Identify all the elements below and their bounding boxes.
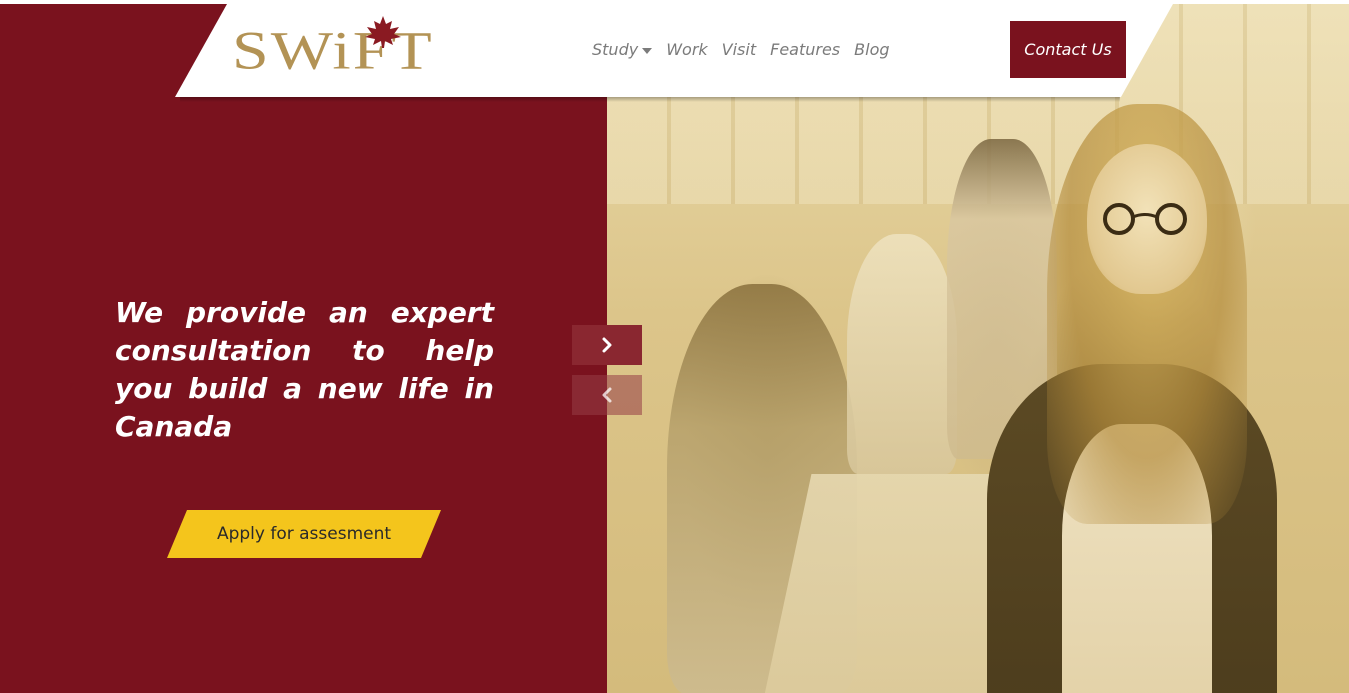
caret-down-icon [642, 47, 653, 54]
carousel-next-button[interactable] [572, 325, 642, 365]
nav-item-label: Study [592, 40, 639, 59]
chevron-right-icon [602, 337, 612, 353]
contact-us-button[interactable]: Contact Us [1010, 21, 1126, 78]
apply-assessment-button[interactable]: Apply for assesment [167, 510, 441, 558]
nav-item-features[interactable]: Features [770, 40, 840, 59]
hero-background-photo [607, 4, 1349, 693]
nav-item-visit[interactable]: Visit [722, 40, 756, 59]
chevron-left-icon [602, 387, 612, 403]
photo-person-seated [847, 234, 957, 474]
page: SWiFT Study Work Visit Features Blog Con… [0, 0, 1349, 693]
carousel-prev-button[interactable] [572, 375, 642, 415]
glasses-icon [1103, 203, 1187, 235]
maple-leaf-icon [365, 16, 401, 48]
brand-logo[interactable]: SWiFT [232, 14, 487, 90]
nav-item-blog[interactable]: Blog [854, 40, 889, 59]
nav-item-work[interactable]: Work [666, 40, 707, 59]
main-nav: Study Work Visit Features Blog [592, 40, 904, 59]
hero-headline: We provide an expert consultation to hel… [115, 296, 494, 443]
nav-item-study[interactable]: Study [592, 40, 653, 59]
